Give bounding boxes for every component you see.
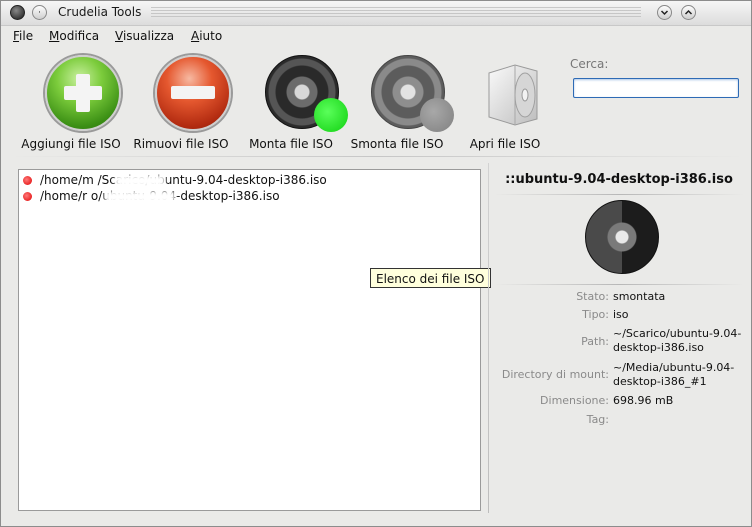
path-value: ~/Scarico/ubuntu-9.04-desktop-i386.iso <box>613 327 742 354</box>
type-label: Tipo: <box>582 308 609 321</box>
unmount-iso-button[interactable]: Smonta file ISO <box>345 51 454 155</box>
sticky-icon[interactable]: · <box>32 5 47 20</box>
unmounted-indicator-icon <box>420 98 454 132</box>
tooltip: Elenco dei file ISO <box>370 268 491 288</box>
search-input[interactable] <box>573 78 739 98</box>
maximize-icon[interactable] <box>681 5 696 20</box>
path-label: Path: <box>581 335 609 348</box>
iso-disc-icon <box>585 200 659 274</box>
mounted-indicator-icon <box>314 98 348 132</box>
size-label: Dimensione: <box>540 394 609 407</box>
main-window: · Crudelia Tools File Modifica Visualizz… <box>0 0 752 527</box>
add-iso-label: Aggiungi file ISO <box>21 137 121 151</box>
mount-iso-button[interactable]: Monta file ISO <box>239 51 348 155</box>
menu-mnemonic: V <box>115 29 123 43</box>
status-value: smontata <box>613 290 666 303</box>
minimize-icon[interactable] <box>657 5 672 20</box>
menu-aiuto-label: Aiuto <box>191 29 223 43</box>
cd-case-icon <box>488 64 538 126</box>
mount-iso-label: Monta file ISO <box>249 137 333 151</box>
menu-visualizza[interactable]: Visualizza <box>115 29 174 43</box>
open-iso-button[interactable]: Apri file ISO <box>453 51 557 155</box>
menu-file-label: File <box>13 29 34 43</box>
size-value: 698.96 mB <box>613 394 674 407</box>
details-divider <box>494 284 744 285</box>
search-label: Cerca: <box>570 57 609 71</box>
type-value: iso <box>613 308 629 321</box>
mount-disc-icon <box>265 55 348 132</box>
unmount-iso-label: Smonta file ISO <box>350 137 444 151</box>
menu-file[interactable]: File <box>13 29 33 43</box>
title-bar-grip <box>151 7 641 19</box>
menu-mnemonic: A <box>191 29 200 43</box>
menu-aiuto[interactable]: Aiuto <box>191 29 222 43</box>
title-bar[interactable]: · Crudelia Tools <box>1 1 751 26</box>
unmount-disc-icon <box>371 55 454 132</box>
status-label: Stato: <box>576 290 609 303</box>
file-status-icon <box>23 176 32 185</box>
toolbar: Aggiungi file ISO Rimuovi file ISO Monta… <box>9 51 549 157</box>
remove-iso-label: Rimuovi file ISO <box>133 137 229 151</box>
mount-dir-value: ~/Media/ubuntu-9.04-desktop-i386_#1 <box>613 361 735 388</box>
window-title: Crudelia Tools <box>58 5 142 19</box>
menu-bar: File Modifica Visualizza Aiuto <box>1 25 751 47</box>
mount-dir-label: Directory di mount: <box>501 368 609 381</box>
details-divider <box>494 194 744 195</box>
details-panel: ::ubuntu-9.04-desktop-i386.iso Stato: sm… <box>494 161 744 471</box>
remove-icon <box>155 55 231 131</box>
add-icon <box>45 55 121 131</box>
toolbar-divider <box>9 156 745 157</box>
menu-mnemonic: M <box>49 29 60 43</box>
menu-modifica-label: Modifica <box>49 29 100 43</box>
iso-file-list[interactable]: /home/m /Scarico/ubuntu-9.04-desktop-i38… <box>18 169 481 511</box>
add-iso-button[interactable]: Aggiungi file ISO <box>19 51 123 155</box>
redaction-blur <box>105 191 175 203</box>
remove-iso-button[interactable]: Rimuovi file ISO <box>129 51 233 155</box>
menu-mnemonic: F <box>13 29 20 43</box>
panel-splitter[interactable] <box>488 163 489 513</box>
list-item[interactable]: /home/m /Scarico/ubuntu-9.04-desktop-i38… <box>23 173 327 189</box>
menu-visualizza-label: Visualizza <box>115 29 175 43</box>
file-path: /home/m /Scarico/ubuntu-9.04-desktop-i38… <box>40 173 327 187</box>
redaction-blur <box>115 175 165 187</box>
menu-modifica[interactable]: Modifica <box>49 29 99 43</box>
details-title: ::ubuntu-9.04-desktop-i386.iso <box>505 172 733 187</box>
open-iso-label: Apri file ISO <box>469 137 541 151</box>
window-menu-icon[interactable] <box>10 5 25 20</box>
tag-label: Tag: <box>586 413 609 426</box>
file-status-icon <box>23 192 32 201</box>
